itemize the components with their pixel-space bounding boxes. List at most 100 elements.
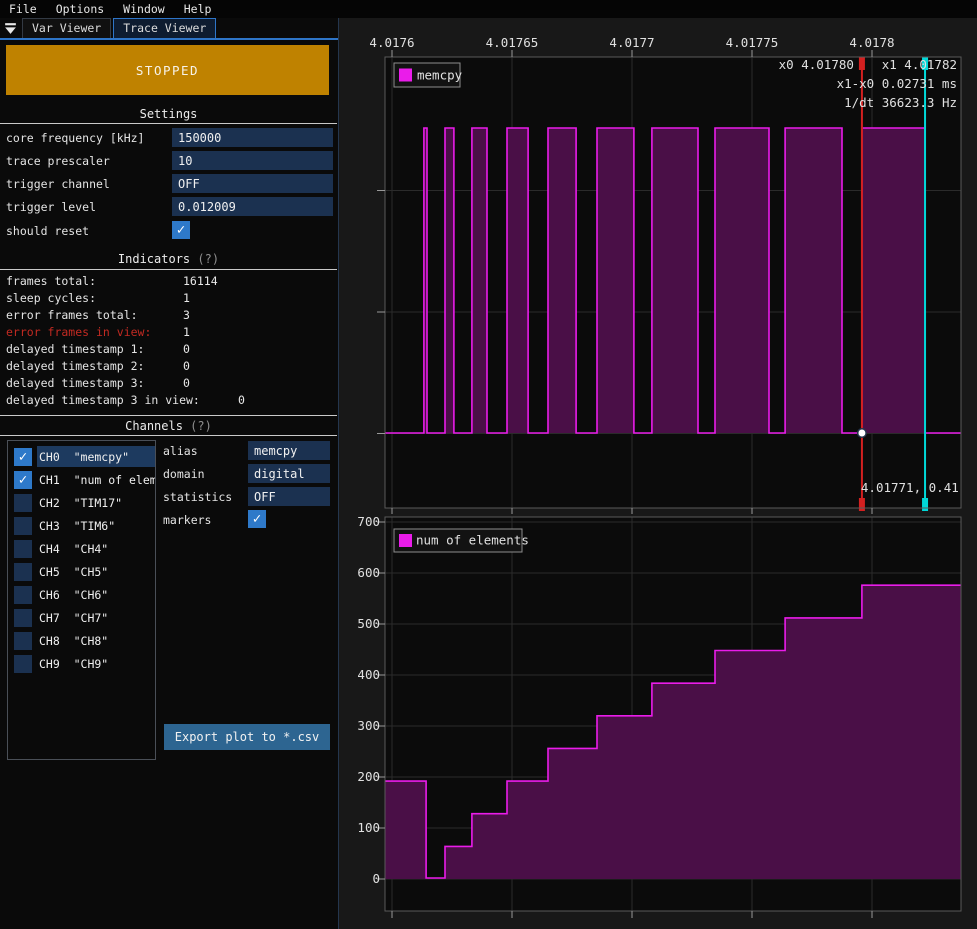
settings-label-2: trigger channel — [6, 177, 110, 191]
channel-prop-input-alias[interactable] — [248, 441, 330, 460]
settings-input-3[interactable] — [172, 197, 333, 216]
indicator-label-4: delayed timestamp 1: — [6, 342, 144, 356]
indicator-label-6: delayed timestamp 3: — [6, 376, 144, 390]
menu-item-file[interactable]: File — [9, 2, 37, 16]
indicator-value-0: 16114 — [183, 274, 218, 288]
channel-checkbox-8[interactable] — [14, 632, 32, 650]
menu-item-window[interactable]: Window — [123, 2, 165, 16]
channel-checkbox-9[interactable] — [14, 655, 32, 673]
tabs: Var ViewerTrace Viewer — [22, 18, 218, 38]
marker-x0-readout: x0 4.01780 — [779, 57, 854, 72]
channel-row-6[interactable]: CH6 "CH6" — [39, 586, 108, 604]
settings-input-0[interactable] — [172, 128, 333, 147]
indicator-label-5: delayed timestamp 2: — [6, 359, 144, 373]
channel-checkbox-2[interactable] — [14, 494, 32, 512]
channel-row-9[interactable]: CH9 "CH9" — [39, 655, 108, 673]
channel-checkbox-1[interactable] — [14, 471, 32, 489]
indicator-value-2: 3 — [183, 308, 190, 322]
trace-legend-swatch — [399, 69, 412, 82]
channel-prop-input-statistics[interactable] — [248, 487, 330, 506]
export-csv-button[interactable]: Export plot to *.csv — [164, 724, 330, 750]
plots-svg: 4.01764.017654.01774.017754.0178x0 4.017… — [339, 18, 977, 929]
elements-y-tick-label: 600 — [357, 565, 380, 580]
channel-row-3[interactable]: CH3 "TIM6" — [39, 517, 115, 535]
trace-x-tick-label: 4.0177 — [609, 35, 654, 50]
trace-legend-label: memcpy — [417, 68, 463, 83]
channel-checkbox-3[interactable] — [14, 517, 32, 535]
indicator-label-3: error frames in view: — [6, 325, 151, 339]
menu-bar: File Options Window Help — [0, 0, 977, 18]
elements-y-tick-label: 300 — [357, 718, 380, 733]
channels-help-hint[interactable]: (?) — [190, 419, 212, 433]
channel-checkbox-5[interactable] — [14, 563, 32, 581]
elements-y-tick-label: 100 — [357, 820, 380, 835]
elements-y-tick-label: 0 — [372, 871, 380, 886]
indicators-title: Indicators — [118, 252, 190, 266]
channel-row-0[interactable]: CH0 "memcpy" — [39, 448, 129, 466]
elements-y-tick-label: 400 — [357, 667, 380, 682]
marker-delta-readout: x1-x0 0.02731 ms — [837, 76, 957, 91]
cursor-position-readout: 4.01771, 0.41 — [861, 480, 959, 495]
channel-checkbox-7[interactable] — [14, 609, 32, 627]
elements-y-tick-label: 700 — [357, 514, 380, 529]
channel-row-4[interactable]: CH4 "CH4" — [39, 540, 108, 558]
settings-label-should-reset: should reset — [6, 224, 89, 238]
channel-checkbox-0[interactable] — [14, 448, 32, 466]
channel-row-8[interactable]: CH8 "CH8" — [39, 632, 108, 650]
elements-y-tick-label: 200 — [357, 769, 380, 784]
indicator-value-5: 0 — [183, 359, 190, 373]
channel-checkbox-4[interactable] — [14, 540, 32, 558]
collapse-tabs-icon[interactable] — [3, 21, 18, 36]
channels-heading: Channels (?) — [0, 419, 337, 433]
trace-x-tick-label: 4.0178 — [849, 35, 894, 50]
settings-input-1[interactable] — [172, 151, 333, 170]
indicator-label-1: sleep cycles: — [6, 291, 96, 305]
menu-item-options[interactable]: Options — [56, 2, 104, 16]
channel-row-5[interactable]: CH5 "CH5" — [39, 563, 108, 581]
settings-input-2[interactable] — [172, 174, 333, 193]
elements-legend-swatch — [399, 534, 412, 547]
tab-var-viewer[interactable]: Var Viewer — [22, 18, 111, 38]
indicator-label-2: error frames total: — [6, 308, 138, 322]
elements-legend-label: num of elements — [416, 533, 529, 548]
settings-label-3: trigger level — [6, 200, 96, 214]
trace-x-tick-label: 4.0176 — [369, 35, 414, 50]
settings-heading: Settings — [0, 107, 337, 121]
channel-row-2[interactable]: CH2 "TIM17" — [39, 494, 122, 512]
indicator-value-4: 0 — [183, 342, 190, 356]
channel-list: CH0 "memcpy" CH1 "num of elem CH2 "TIM17" C… — [7, 440, 156, 760]
channel-row-7[interactable]: CH7 "CH7" — [39, 609, 108, 627]
trace-viewer-window: File Options Window Help Var ViewerTrace Vi… — [0, 0, 977, 929]
marker-freq-readout: 1/dt 36623.3 Hz — [844, 95, 957, 110]
markers-checkbox[interactable] — [248, 510, 266, 528]
indicators-heading: Indicators (?) — [0, 252, 337, 266]
channel-prop-label-statistics: statistics — [163, 490, 232, 504]
indicator-value-3: 1 — [183, 325, 190, 339]
indicator-label-7: delayed timestamp 3 in view: — [6, 393, 200, 407]
menu-item-help[interactable]: Help — [184, 2, 212, 16]
channel-prop-label-domain: domain — [163, 467, 205, 481]
channel-checkbox-6[interactable] — [14, 586, 32, 604]
cursor-dot — [858, 429, 866, 437]
divider — [0, 269, 337, 270]
divider — [0, 415, 337, 416]
indicator-value-6: 0 — [183, 376, 190, 390]
elements-y-tick-label: 500 — [357, 616, 380, 631]
divider — [0, 123, 337, 124]
channel-prop-label-alias: alias — [163, 444, 198, 458]
indicator-value-1: 1 — [183, 291, 190, 305]
channel-prop-input-domain[interactable] — [248, 464, 330, 483]
marker-x1-readout: x1 4.01782 — [882, 57, 957, 72]
plots-panel: 4.01764.017654.01774.017754.0178x0 4.017… — [339, 18, 977, 929]
indicators-help-hint[interactable]: (?) — [197, 252, 219, 266]
tab-trace-viewer[interactable]: Trace Viewer — [113, 18, 216, 38]
settings-label-0: core frequency [kHz] — [6, 131, 144, 145]
channels-title: Channels — [125, 419, 183, 433]
status-stopped-button[interactable]: STOPPED — [6, 45, 329, 95]
divider — [0, 435, 337, 436]
trace-x-tick-label: 4.01775 — [726, 35, 779, 50]
indicator-label-0: frames total: — [6, 274, 96, 288]
tab-bar: Var ViewerTrace Viewer — [0, 18, 339, 40]
should-reset-checkbox[interactable] — [172, 221, 190, 239]
channel-row-1[interactable]: CH1 "num of elem — [39, 471, 156, 489]
